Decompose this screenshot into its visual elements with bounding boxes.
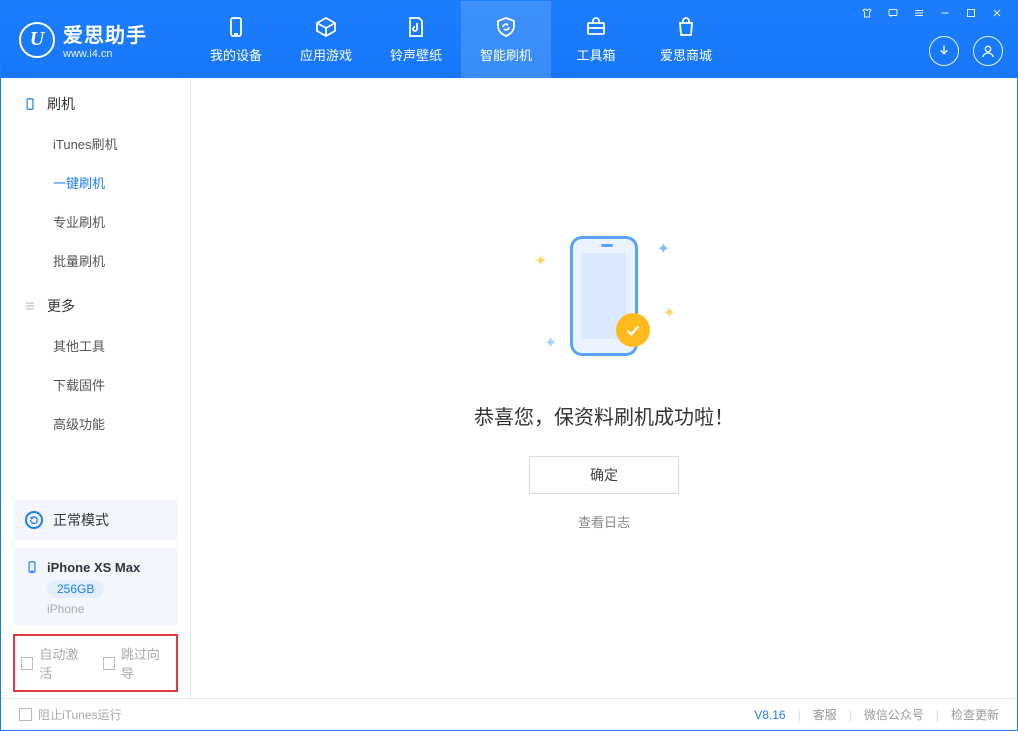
tab-label: 铃声壁纸 [390,45,442,64]
tab-label: 应用游戏 [300,45,352,64]
header-right [861,1,1003,78]
wechat-link[interactable]: 微信公众号 [864,706,924,723]
sidebar-item-advanced[interactable]: 高级功能 [1,404,190,443]
tab-smart-flash[interactable]: 智能刷机 [461,1,551,78]
tab-label: 智能刷机 [480,45,532,64]
nav-tabs: 我的设备 应用游戏 铃声壁纸 智能刷机 工具箱 爱思商城 [191,1,731,78]
device-row: iPhone XS Max [25,558,166,576]
success-message: 恭喜您，保资料刷机成功啦！ [474,401,734,430]
checkbox-icon [103,657,115,670]
checkbox-label: 阻止iTunes运行 [38,706,122,723]
main-content: ✦ ✦ ✦ ✦ 恭喜您，保资料刷机成功啦！ 确定 查看日志 [191,78,1017,698]
tab-label: 工具箱 [576,45,615,64]
checkbox-skip-guide[interactable]: 跳过向导 [103,644,171,682]
app-title: 爱思助手 [63,19,147,48]
separator: | [798,708,801,722]
close-button[interactable] [991,7,1003,19]
checkbox-block-itunes[interactable]: 阻止iTunes运行 [19,706,122,723]
app-subtitle: www.i4.cn [63,48,147,60]
check-badge-icon [616,313,650,347]
section-head-flash: 刷机 [1,78,190,124]
view-log-link[interactable]: 查看日志 [578,512,630,531]
sidebar-item-itunes-flash[interactable]: iTunes刷机 [1,124,190,163]
sparkle-icon: ✦ [663,303,676,323]
footer-right: V8.16 | 客服 | 微信公众号 | 检查更新 [754,706,999,723]
tab-apps-games[interactable]: 应用游戏 [281,1,371,78]
checkbox-label: 自动激活 [39,644,88,682]
support-link[interactable]: 客服 [813,706,837,723]
separator: | [849,708,852,722]
sparkle-icon: ✦ [544,333,557,353]
checkbox-icon [19,708,32,721]
device-icon [23,97,37,111]
cube-icon [314,15,338,39]
sidebar: 刷机 iTunes刷机 一键刷机 专业刷机 批量刷机 更多 其他工具 下载固件 … [1,78,191,698]
tab-ring-wallpaper[interactable]: 铃声壁纸 [371,1,461,78]
feedback-icon[interactable] [887,7,899,19]
ok-button[interactable]: 确定 [529,456,679,494]
minimize-button[interactable] [939,7,951,19]
profile-button[interactable] [973,36,1003,66]
checkbox-icon [21,657,33,670]
download-button[interactable] [929,36,959,66]
refresh-shield-icon [494,15,518,39]
status-icon [25,511,43,529]
sparkle-icon: ✦ [534,251,547,271]
sidebar-bottom: 正常模式 iPhone XS Max 256GB iPhone 自动激活 [1,488,190,698]
sparkle-icon: ✦ [657,239,670,259]
storage-badge: 256GB [47,580,104,598]
window-controls [861,7,1003,19]
list-icon [23,299,37,313]
header: U 爱思助手 www.i4.cn 我的设备 应用游戏 铃声壁纸 智能刷机 [1,1,1017,78]
phone-icon [224,15,248,39]
tab-store[interactable]: 爱思商城 [641,1,731,78]
sidebar-item-onekey-flash[interactable]: 一键刷机 [1,163,190,202]
success-panel: ✦ ✦ ✦ ✦ 恭喜您，保资料刷机成功啦！ 确定 查看日志 [474,221,734,531]
app-window: U 爱思助手 www.i4.cn 我的设备 应用游戏 铃声壁纸 智能刷机 [0,0,1018,731]
phone-small-icon [25,558,39,576]
footer: 阻止iTunes运行 V8.16 | 客服 | 微信公众号 | 检查更新 [1,698,1017,730]
device-name: iPhone XS Max [47,560,140,575]
body: 刷机 iTunes刷机 一键刷机 专业刷机 批量刷机 更多 其他工具 下载固件 … [1,78,1017,698]
sidebar-item-other-tools[interactable]: 其他工具 [1,326,190,365]
toolbox-icon [584,15,608,39]
tab-toolbox[interactable]: 工具箱 [551,1,641,78]
sidebar-item-download-firmware[interactable]: 下载固件 [1,365,190,404]
logo-text: 爱思助手 www.i4.cn [63,19,147,60]
bag-icon [674,15,698,39]
section-head-more: 更多 [1,280,190,326]
header-actions [929,36,1003,66]
status-card[interactable]: 正常模式 [13,500,178,540]
checkbox-auto-activate[interactable]: 自动激活 [21,644,89,682]
download-icon [936,43,952,59]
separator: | [936,708,939,722]
success-graphic: ✦ ✦ ✦ ✦ [524,221,684,371]
footer-left: 阻止iTunes运行 [19,706,122,723]
sidebar-item-pro-flash[interactable]: 专业刷机 [1,202,190,241]
tab-label: 我的设备 [210,45,262,64]
options-box: 自动激活 跳过向导 [13,634,178,692]
tab-label: 爱思商城 [660,45,712,64]
section-label: 更多 [47,296,75,316]
version-label: V8.16 [754,708,785,722]
status-text: 正常模式 [53,510,109,530]
logo-icon: U [19,22,55,58]
music-file-icon [404,15,428,39]
sidebar-item-batch-flash[interactable]: 批量刷机 [1,241,190,280]
maximize-button[interactable] [965,7,977,19]
checkbox-label: 跳过向导 [121,644,170,682]
check-update-link[interactable]: 检查更新 [951,706,999,723]
section-label: 刷机 [47,94,75,114]
logo: U 爱思助手 www.i4.cn [1,19,191,60]
device-card[interactable]: iPhone XS Max 256GB iPhone [13,548,178,626]
menu-icon[interactable] [913,7,925,19]
user-icon [980,43,996,59]
tab-my-device[interactable]: 我的设备 [191,1,281,78]
shirt-icon[interactable] [861,7,873,19]
device-type: iPhone [47,602,166,616]
